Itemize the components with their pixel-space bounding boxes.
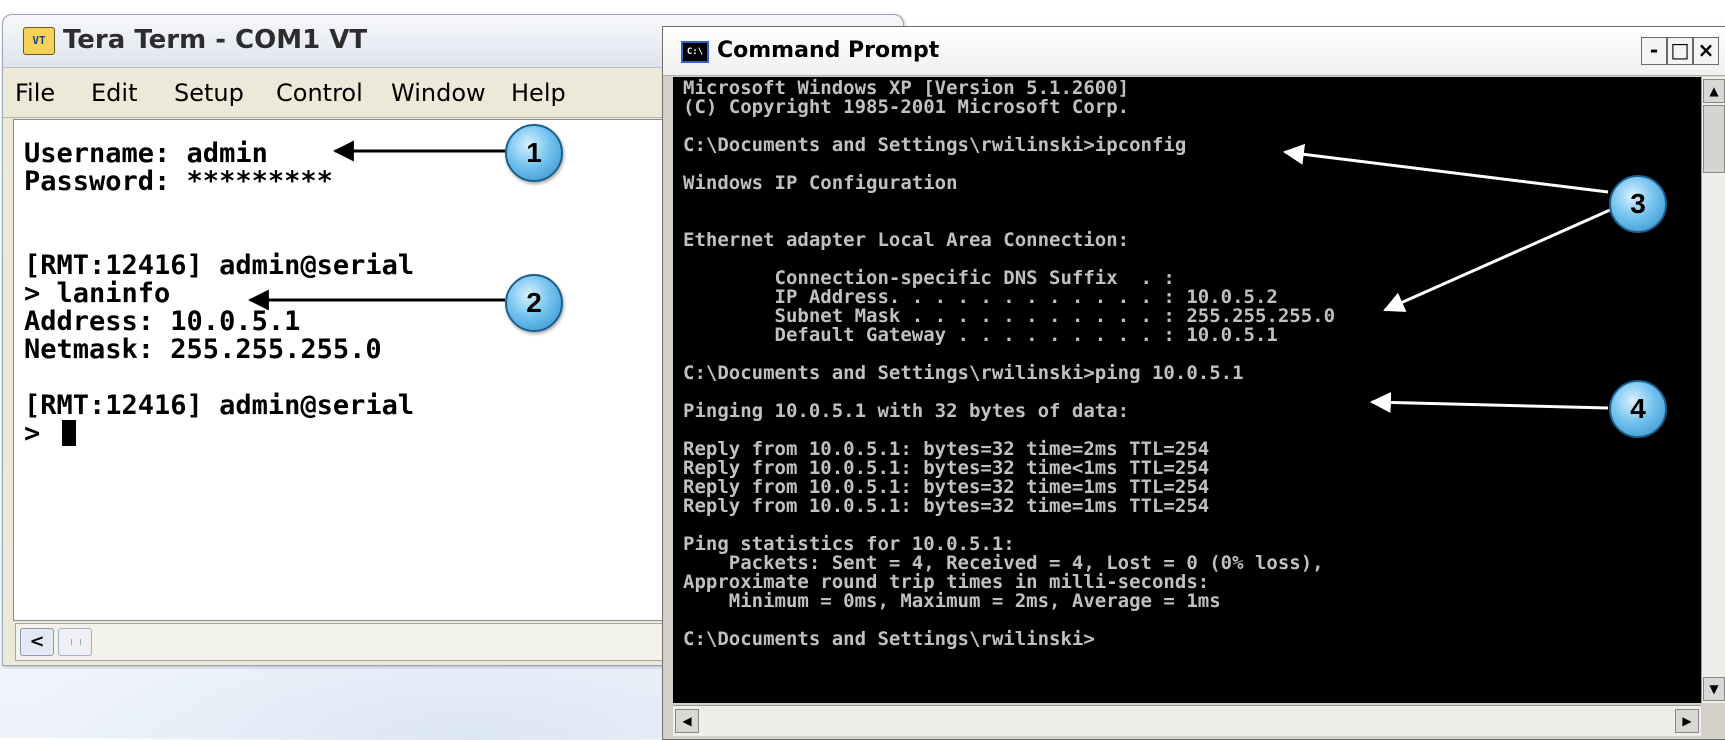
terminal-line: > (24, 418, 57, 449)
scroll-up-icon[interactable]: ▲ (1703, 79, 1725, 103)
text-cursor (62, 420, 76, 446)
command-prompt-window: C:\ Command Prompt - □ × Microsoft Windo… (662, 26, 1725, 740)
menu-window[interactable]: Window (391, 79, 486, 107)
minimize-button[interactable]: - (1641, 37, 1667, 65)
terminal-line: Password: ********* (24, 166, 333, 197)
console-line: C:\Documents and Settings\rwilinski>ipco… (683, 134, 1187, 156)
console-line: Reply from 10.0.5.1: bytes=32 time=1ms T… (683, 495, 1210, 517)
command-prompt-titlebar[interactable]: C:\ Command Prompt - □ × (663, 27, 1725, 76)
horizontal-scrollbar[interactable]: < (15, 623, 667, 661)
scroll-thumb[interactable] (1703, 105, 1725, 173)
menu-setup[interactable]: Setup (174, 79, 244, 107)
console-line: Pinging 10.0.5.1 with 32 bytes of data: (683, 400, 1130, 422)
menu-edit[interactable]: Edit (91, 79, 137, 107)
scroll-right-icon[interactable]: ▶ (1675, 709, 1699, 733)
terminal-line: Netmask: 255.255.255.0 (24, 334, 382, 365)
scroll-thumb[interactable] (58, 628, 92, 656)
callout-badge-2: 2 (505, 274, 563, 332)
callout-badge-3: 3 (1609, 175, 1667, 233)
console-line: C:\Documents and Settings\rwilinski> (683, 628, 1095, 650)
console-line: Minimum = 0ms, Maximum = 2ms, Average = … (683, 590, 1221, 612)
close-button[interactable]: × (1693, 37, 1719, 65)
vertical-scrollbar[interactable]: ▲ ▼ (1701, 77, 1725, 703)
menu-control[interactable]: Control (276, 79, 363, 107)
console-line: C:\Documents and Settings\rwilinski>ping… (683, 362, 1244, 384)
scroll-left-icon[interactable]: ◀ (675, 709, 699, 733)
terminal-line: [RMT:12416] admin@serial (24, 390, 415, 421)
callout-badge-1: 1 (505, 124, 563, 182)
console-line: Windows IP Configuration (683, 172, 958, 194)
console-line: (C) Copyright 1985-2001 Microsoft Corp. (683, 96, 1130, 118)
terminal-line: Username: admin (24, 138, 268, 169)
terminal-line: > laninfo (24, 278, 171, 309)
window-title: Tera Term - COM1 VT (63, 25, 368, 55)
scroll-down-icon[interactable]: ▼ (1703, 677, 1725, 701)
terminal-line: [RMT:12416] admin@serial (24, 250, 415, 281)
terminal-line: Address: 10.0.5.1 (24, 306, 301, 337)
console-line: Ethernet adapter Local Area Connection: (683, 229, 1130, 251)
tera-term-app-icon: VT (23, 27, 55, 55)
grip-icon (71, 639, 81, 645)
horizontal-scrollbar[interactable]: ◀ ▶ (673, 705, 1701, 736)
menu-file[interactable]: File (15, 79, 55, 107)
command-prompt-icon: C:\ (681, 41, 709, 63)
menu-help[interactable]: Help (511, 79, 566, 107)
window-title: Command Prompt (717, 38, 940, 63)
scroll-left-button[interactable]: < (20, 628, 54, 656)
console-line: Default Gateway . . . . . . . . . : 10.0… (683, 324, 1278, 346)
maximize-button[interactable]: □ (1667, 37, 1693, 65)
callout-badge-4: 4 (1609, 380, 1667, 438)
console-output[interactable]: Microsoft Windows XP [Version 5.1.2600] … (673, 77, 1701, 703)
